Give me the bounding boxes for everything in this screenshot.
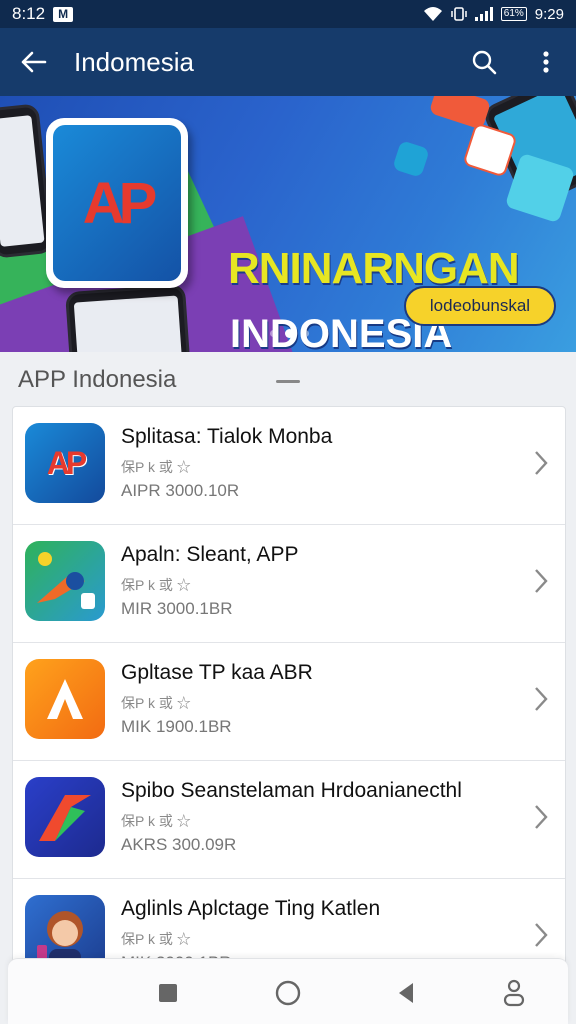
section-title: APP Indonesia: [18, 366, 177, 393]
person-icon: [503, 979, 525, 1007]
arrow-left-icon: [21, 51, 47, 73]
chevron-right-icon: [535, 687, 548, 711]
app-price: AKRS 300.09R: [121, 835, 237, 854]
status-bar: 8:12 M 61% 9:29: [0, 0, 576, 28]
app-list: AP Splitasa: Tialok Monba 保P k 或 ☆ AIPR …: [12, 406, 566, 1024]
back-button[interactable]: [0, 28, 66, 96]
chevron-right-icon: [535, 923, 548, 947]
section-divider: [276, 380, 300, 383]
app-price: MIK 1900.1BR: [121, 717, 232, 736]
list-item[interactable]: Spibo Seanstelaman Hrdoanianecthl 保P k 或…: [13, 761, 565, 879]
app-name: Splitasa: Tialok Monba: [121, 425, 333, 448]
home-button[interactable]: [270, 975, 306, 1011]
more-vert-icon: [543, 51, 549, 73]
promo-banner[interactable]: AP RNINARNGAN INDONESIA lodeobunskal: [0, 96, 576, 352]
pager-dot: [270, 330, 277, 337]
status-time-left: 8:12: [12, 4, 46, 23]
page-title: Indomesia: [74, 46, 194, 77]
app-meta: 保P k 或 ☆: [121, 931, 191, 947]
app-meta: 保P k 或 ☆: [121, 459, 191, 475]
banner-pager-dots: [270, 329, 309, 338]
chevron-right-icon: [535, 805, 548, 829]
arrow-logo-icon: [25, 777, 105, 857]
triangle-back-icon: [399, 983, 413, 1003]
app-name: Apaln: Sleant, APP: [121, 543, 299, 566]
gmail-notification-icon: M: [53, 6, 74, 22]
app-price: MIR 3000.1BR: [121, 599, 233, 618]
assistant-button[interactable]: [496, 975, 532, 1011]
system-nav-bar: [8, 958, 568, 1024]
chevron-right-icon: [535, 451, 548, 475]
system-back-button[interactable]: [388, 975, 424, 1011]
a-letter-icon: [25, 659, 105, 739]
status-time-right: 9:29: [534, 5, 564, 23]
app-meta: 保P k 或 ☆: [121, 577, 191, 593]
app-meta: 保P k 或 ☆: [121, 813, 191, 829]
wifi-icon: [423, 7, 442, 21]
pager-dot-active: [285, 329, 294, 338]
circle-icon: [275, 980, 301, 1006]
app-name: Spibo Seanstelaman Hrdoanianecthl: [121, 779, 462, 802]
bird-app-icon: [25, 541, 105, 621]
battery-icon: 61%: [500, 7, 527, 21]
banner-phone-bottom: [65, 283, 191, 352]
banner-tile-blue: [392, 140, 430, 178]
search-icon: [472, 50, 497, 75]
vibrate-icon: [451, 7, 467, 21]
list-item[interactable]: Apaln: Sleant, APP 保P k 或 ☆ MIR 3000.1BR: [13, 525, 565, 643]
app-bar: Indomesia: [0, 28, 576, 96]
list-item[interactable]: AP Splitasa: Tialok Monba 保P k 或 ☆ AIPR …: [13, 407, 565, 525]
app-name: Gpltase TP kaa ABR: [121, 661, 313, 684]
pager-dot: [302, 330, 309, 337]
ap-logo-icon: AP: [25, 423, 105, 503]
app-name: Aglinls Aplctage Ting Katlen: [121, 897, 381, 920]
app-price: AIPR 3000.10R: [121, 481, 240, 500]
signal-icon: [474, 7, 493, 21]
search-button[interactable]: [460, 42, 508, 82]
more-options-button[interactable]: [524, 42, 568, 82]
banner-app-logo: AP: [46, 118, 188, 288]
app-meta: 保P k 或 ☆: [121, 695, 191, 711]
banner-cta-button[interactable]: lodeobunskal: [404, 286, 556, 326]
banner-logo-text: AP: [82, 170, 158, 236]
square-icon: [159, 984, 177, 1002]
recents-button[interactable]: [150, 975, 186, 1011]
list-item[interactable]: Gpltase TP kaa ABR 保P k 或 ☆ MIK 1900.1BR: [13, 643, 565, 761]
chevron-right-icon: [535, 569, 548, 593]
